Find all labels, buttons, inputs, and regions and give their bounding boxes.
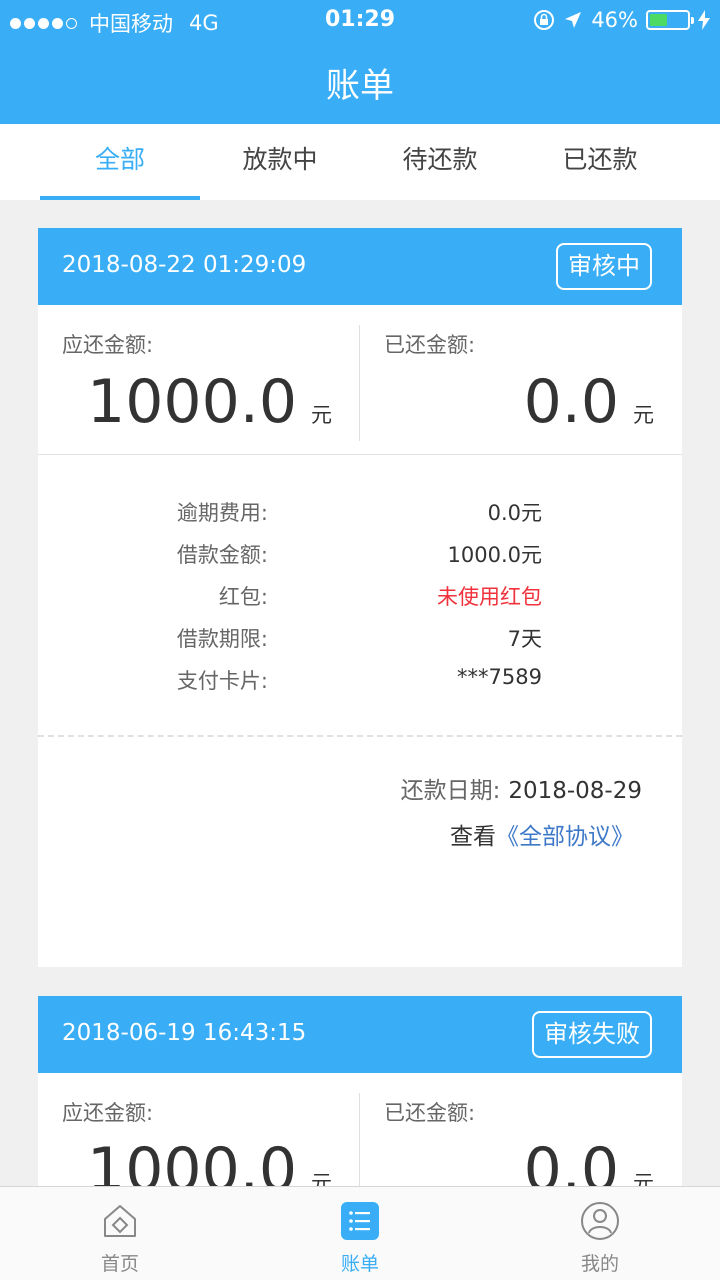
battery-percent: 46% [591,8,638,32]
detail-row-overdue-fee: 逾期费用: 0.0元 [38,497,682,529]
detail-value: 未使用红包 [437,585,542,609]
tab-repaid[interactable]: 已还款 [520,124,680,200]
amount-paid: 已还金额: 0.0 元 [360,305,682,455]
amount-paid-label: 已还金额: [384,333,476,357]
all-agreements-link[interactable]: 《全部协议》 [496,824,634,850]
bill-details: 逾期费用: 0.0元 借款金额: 1000.0元 红包: 未使用红包 借款期限:… [38,455,682,737]
bill-card[interactable]: 2018-08-22 01:29:09 审核中 应还金额: 1000.0 元 已… [38,228,682,967]
amount-due-value: 1000.0 [87,367,297,437]
charging-bolt-icon [698,10,710,30]
detail-value: ***7589 [457,665,542,689]
bill-datetime: 2018-08-22 01:29:09 [62,252,307,278]
bill-card-header: 2018-08-22 01:29:09 审核中 [38,228,682,305]
bottom-nav: 首页 账单 我的 [0,1186,720,1280]
bill-filter-tabs: 全部 放款中 待还款 已还款 [0,124,720,200]
amount-paid-unit: 元 [633,1171,654,1186]
bill-amounts: 应还金额: 1000.0 元 已还金额: 0.0 元 [38,305,682,455]
user-icon [581,1202,619,1240]
bill-card[interactable]: 2018-06-19 16:43:15 审核失败 应还金额: 1000.0 元 … [38,996,682,1186]
amount-due-label: 应还金额: [62,1101,154,1125]
app-header: 中国移动 4G 01:29 46% 账单 [0,0,720,124]
amount-paid-unit: 元 [633,403,654,427]
nav-mine-label: 我的 [580,1253,619,1275]
repayment-date-line: 还款日期: 2018-08-29 [401,771,642,805]
detail-row-red-packet: 红包: 未使用红包 [38,581,682,613]
detail-label: 逾期费用: [176,501,268,525]
bill-list-icon [341,1202,379,1240]
nav-bills-label: 账单 [340,1253,379,1275]
detail-label: 支付卡片: [176,669,268,693]
battery-icon [646,10,694,30]
location-arrow-icon [565,12,582,28]
detail-value: 0.0元 [487,501,542,525]
nav-mine[interactable]: 我的 [480,1187,720,1280]
detail-row-payment-card: 支付卡片: ***7589 [38,665,682,697]
detail-row-loan-term: 借款期限: 7天 [38,623,682,655]
detail-label: 借款金额: [176,543,268,567]
nav-home-label: 首页 [100,1253,139,1275]
tab-pending-repayment[interactable]: 待还款 [360,124,520,200]
repayment-info: 还款日期: 2018-08-29 查看《全部协议》 [38,737,682,967]
detail-value: 7天 [507,627,542,651]
status-badge[interactable]: 审核失败 [532,1011,652,1058]
status-badge[interactable]: 审核中 [556,243,652,290]
repayment-date-value: 2018-08-29 [508,778,642,804]
bill-amounts: 应还金额: 1000.0 元 已还金额: 0.0 元 [38,1073,682,1186]
detail-label: 借款期限: [176,627,268,651]
page-title: 账单 [326,66,394,106]
amount-due-value: 1000.0 [87,1135,297,1186]
repayment-date-label: 还款日期: [400,778,501,804]
tab-disbursing[interactable]: 放款中 [200,124,360,200]
protocol-line: 查看《全部协议》 [450,817,634,851]
bill-card-header: 2018-06-19 16:43:15 审核失败 [38,996,682,1073]
detail-value: 1000.0元 [447,543,542,567]
amount-paid: 已还金额: 0.0 元 [360,1073,682,1186]
amount-due-label: 应还金额: [62,333,154,357]
nav-bills[interactable]: 账单 [240,1187,480,1280]
protocol-prefix: 查看 [450,824,496,850]
status-bar: 中国移动 4G 01:29 46% [0,0,720,40]
bill-datetime: 2018-06-19 16:43:15 [62,1020,307,1046]
nav-home[interactable]: 首页 [0,1187,240,1280]
amount-paid-label: 已还金额: [384,1101,476,1125]
status-right: 46% [533,8,710,32]
rotation-lock-icon [534,10,555,30]
amount-due-unit: 元 [311,1171,332,1186]
amount-paid-value: 0.0 [523,367,619,437]
home-icon [104,1205,136,1237]
amount-due: 应还金额: 1000.0 元 [38,305,360,455]
tab-all[interactable]: 全部 [40,124,200,200]
amount-due: 应还金额: 1000.0 元 [38,1073,360,1186]
amount-paid-value: 0.0 [523,1135,619,1186]
detail-label: 红包: [218,585,268,609]
amount-due-unit: 元 [311,403,332,427]
detail-row-loan-amount: 借款金额: 1000.0元 [38,539,682,571]
